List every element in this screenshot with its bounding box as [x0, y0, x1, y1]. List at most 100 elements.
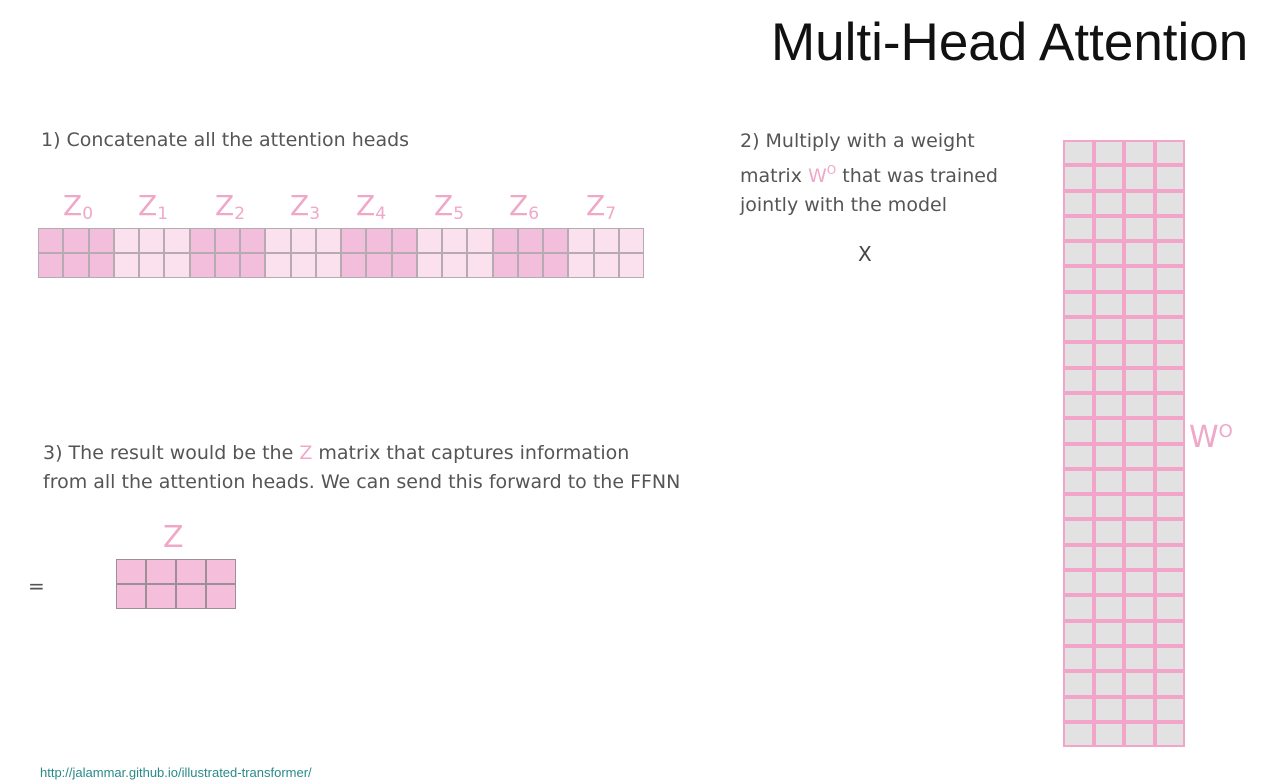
multiply-operator: X [858, 242, 872, 266]
concat-cell [593, 228, 619, 253]
weight-cell [1063, 266, 1094, 292]
concat-cell [240, 253, 266, 278]
head-label-letter: Z [434, 189, 454, 222]
concat-cell [391, 228, 417, 253]
head-label-subscript: 2 [234, 204, 246, 224]
concat-cell [341, 253, 367, 278]
weight-cell [1093, 494, 1124, 520]
weight-cell [1063, 595, 1094, 621]
weight-cell [1063, 494, 1094, 520]
step2-text: 2) Multiply with a weight matrix WO that… [740, 127, 998, 220]
weight-cell [1063, 721, 1094, 748]
weight-cell [1124, 392, 1155, 419]
step2-line2-post: that was trained [836, 165, 998, 187]
weight-cell [1154, 696, 1185, 722]
concat-cell [189, 253, 215, 278]
head-label-z6: Z6 [509, 188, 539, 232]
z-cell [176, 584, 206, 609]
concat-cell [164, 253, 190, 278]
weight-cell [1124, 595, 1155, 621]
weight-cell [1063, 696, 1094, 722]
head-label-subscript: 5 [453, 204, 465, 224]
weight-cell [1063, 468, 1094, 495]
head-label-subscript: 6 [528, 204, 540, 224]
weight-cell [1063, 570, 1094, 596]
weight-cell [1093, 215, 1124, 242]
weight-cell [1063, 215, 1094, 242]
concat-cell [315, 253, 341, 278]
step3-line1: 3) The result would be the Z matrix that… [43, 439, 680, 468]
weight-cell [1093, 291, 1124, 318]
weight-cell [1124, 494, 1155, 520]
weight-cell [1124, 468, 1155, 495]
step3-text: 3) The result would be the Z matrix that… [43, 439, 680, 497]
concat-cell [113, 228, 139, 253]
w-inline-sup: O [826, 163, 837, 177]
head-label-letter: Z [215, 189, 235, 222]
weight-matrix-sup: O [1218, 421, 1233, 442]
weight-cell [1093, 140, 1124, 166]
weight-cell [1093, 544, 1124, 571]
concat-cell [38, 228, 64, 253]
concat-cell [63, 228, 89, 253]
concat-cell [416, 228, 442, 253]
concat-cell [290, 228, 316, 253]
weight-cell [1093, 165, 1124, 191]
weight-cell [1093, 418, 1124, 444]
concat-cell [568, 228, 594, 253]
weight-cell [1154, 721, 1185, 748]
weight-cell [1063, 342, 1094, 368]
head-label-subscript: 3 [309, 204, 321, 224]
concat-cell [88, 228, 114, 253]
weight-cell [1093, 595, 1124, 621]
weight-cell [1124, 342, 1155, 368]
z-cell [146, 559, 176, 584]
weight-cell [1124, 317, 1155, 343]
weight-cell [1154, 140, 1185, 166]
weight-cell [1154, 215, 1185, 242]
weight-cell [1154, 317, 1185, 343]
concat-cell [517, 228, 543, 253]
weight-cell [1124, 570, 1155, 596]
weight-cell [1093, 342, 1124, 368]
weight-cell [1063, 317, 1094, 343]
weight-cell [1154, 418, 1185, 444]
weight-cell [1124, 696, 1155, 722]
weight-cell [1124, 367, 1155, 393]
concat-cell [391, 253, 417, 278]
head-label-z1: Z1 [138, 188, 168, 232]
concat-cell [568, 253, 594, 278]
weight-cell [1124, 721, 1155, 748]
weight-cell [1154, 468, 1185, 495]
source-link[interactable]: http://jalammar.github.io/illustrated-tr… [40, 763, 312, 783]
concat-cell [113, 253, 139, 278]
weight-cell [1124, 544, 1155, 571]
concat-cell [139, 253, 165, 278]
concat-cell [366, 253, 392, 278]
head-label-z5: Z5 [434, 188, 464, 232]
concat-cell [543, 228, 569, 253]
weight-cell [1154, 544, 1185, 571]
weight-cell [1093, 696, 1124, 722]
weight-cell [1093, 671, 1124, 697]
w-inline-label: WO [808, 163, 837, 187]
weight-cell [1063, 519, 1094, 545]
concat-cell [593, 253, 619, 278]
weight-matrix-label: WO [1189, 412, 1233, 458]
slide-title: Multi-Head Attention [771, 13, 1249, 72]
head-label-z3: Z3 [290, 188, 320, 232]
concat-cell [492, 228, 518, 253]
concat-cell [618, 253, 644, 278]
weight-cell [1124, 620, 1155, 646]
head-label-subscript: 7 [605, 204, 617, 224]
weight-cell [1154, 266, 1185, 292]
weight-cell [1124, 165, 1155, 191]
z-inline-label: Z [299, 442, 313, 464]
concat-cell [63, 253, 89, 278]
concat-cell [38, 253, 64, 278]
head-label-letter: Z [138, 189, 158, 222]
weight-cell [1063, 140, 1094, 166]
head-label-letter: Z [586, 189, 606, 222]
concat-cell [467, 253, 493, 278]
weight-cell [1124, 215, 1155, 242]
